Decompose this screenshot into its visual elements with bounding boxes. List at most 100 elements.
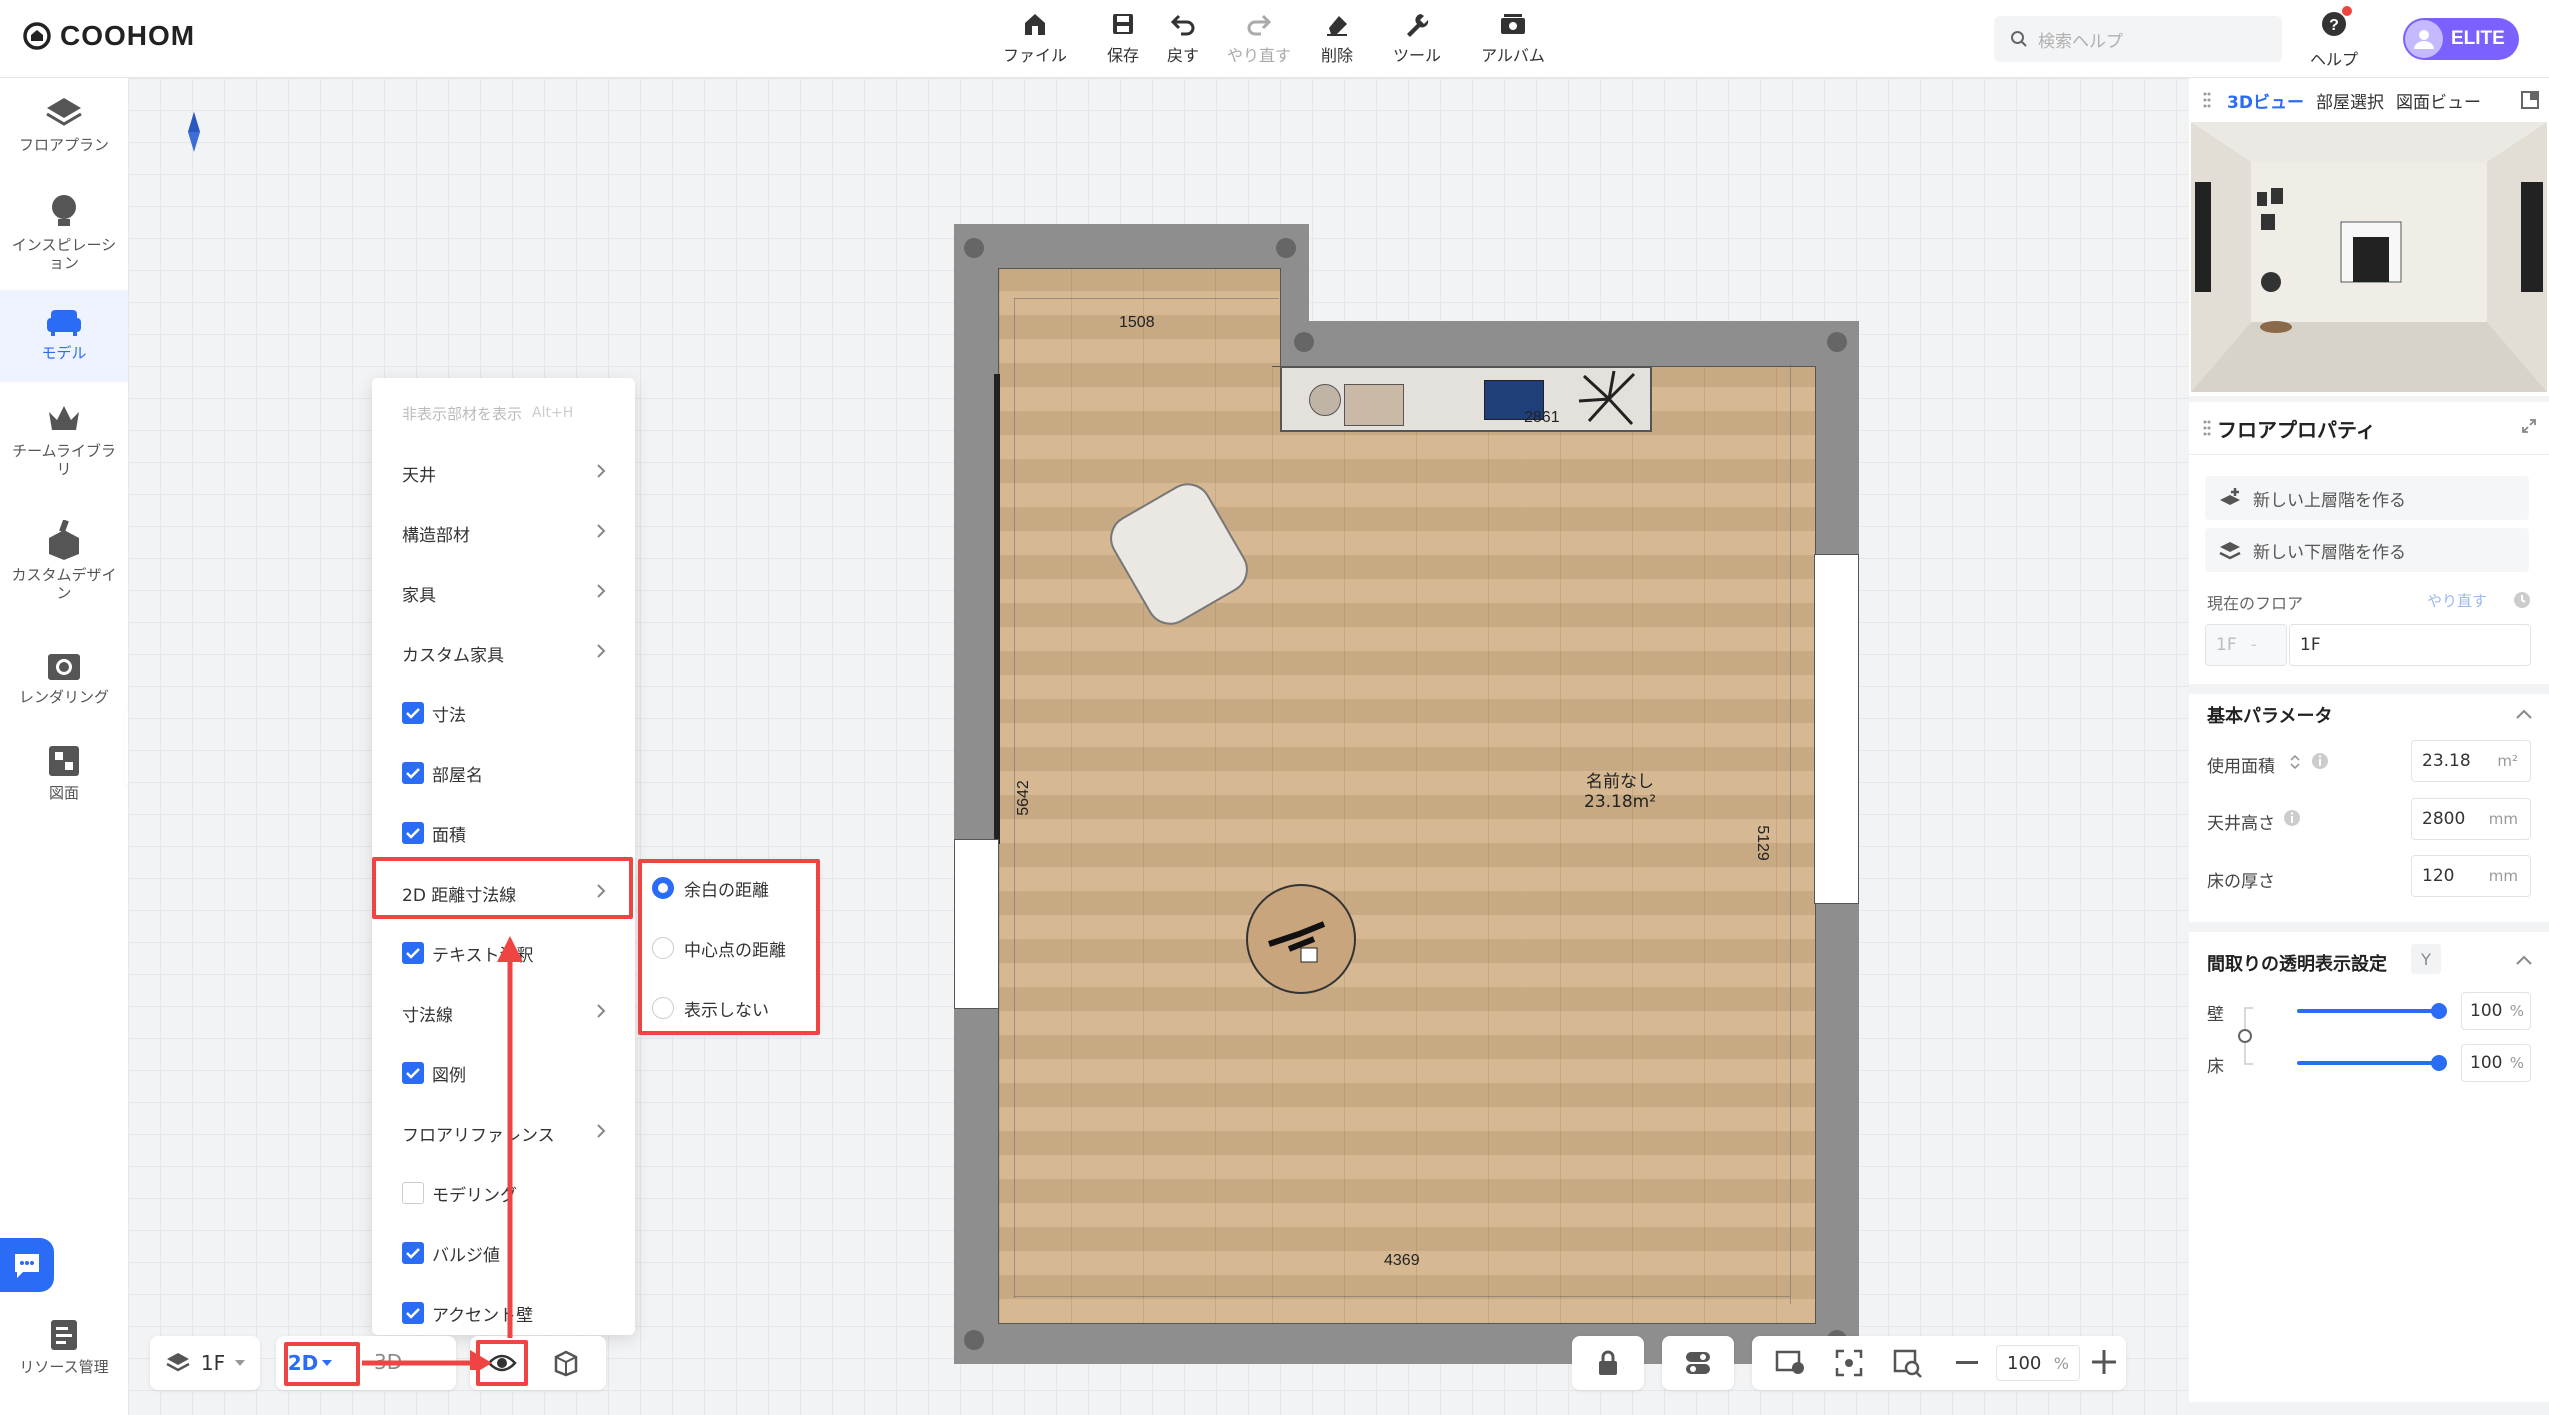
help-button[interactable]: ? ヘルプ [2310, 6, 2358, 70]
menu-item-area[interactable]: 面積 [372, 803, 635, 863]
zoom-in-button[interactable] [2092, 1350, 2116, 1378]
radio-option-hide[interactable]: 表示しない [652, 988, 769, 1028]
room-label[interactable]: 名前なし 23.18m² [1584, 772, 1656, 812]
sidebar-item-custom-design[interactable]: カスタムデザイン [0, 518, 128, 614]
expand-icon[interactable] [2521, 418, 2537, 434]
checkbox[interactable] [402, 702, 424, 724]
dimension-label[interactable]: 5129 [1753, 825, 1771, 861]
dimension-label[interactable]: 1508 [1119, 314, 1155, 332]
fit-view-button[interactable] [1834, 1348, 1864, 1382]
help-search-input[interactable]: 検索ヘルプ [1994, 16, 2282, 62]
radio-button[interactable] [652, 937, 674, 959]
wall-opacity-slider[interactable] [2297, 1009, 2439, 1013]
floor-prefix: 1F [2216, 635, 2237, 655]
chat-support-button[interactable] [0, 1238, 54, 1292]
add-lower-floor-button[interactable]: 新しい下層階を作る [2205, 528, 2529, 572]
area-input[interactable]: 23.18 m² [2411, 740, 2531, 782]
radio-button[interactable] [652, 877, 674, 899]
vase[interactable] [1309, 384, 1341, 416]
logo[interactable]: COOHOM [22, 20, 195, 52]
delete-button[interactable]: 削除 [1302, 10, 1372, 66]
sidebar-item-resource-manager[interactable]: リソース管理 [0, 1318, 128, 1398]
menu-item-dimensions[interactable]: 寸法 [372, 683, 635, 743]
table-decor-icon[interactable] [1259, 904, 1339, 974]
tab-room-select[interactable]: 部屋選択 [2316, 88, 2384, 113]
chevron-up-icon[interactable] [2515, 708, 2533, 720]
sidebar-item-model[interactable]: モデル [0, 290, 128, 382]
radio-label: 中心点の距離 [684, 940, 786, 961]
popout-icon[interactable] [2521, 91, 2539, 109]
redo-button[interactable]: やり直す [1224, 10, 1294, 66]
sidebar-item-inspiration[interactable]: インスピレーション [0, 186, 128, 282]
floor-name-input[interactable]: 1F [2289, 624, 2531, 666]
window-right[interactable] [1814, 554, 1859, 904]
floor-opacity-input[interactable]: 100 % [2461, 1044, 2531, 1082]
floor-area[interactable] [998, 268, 1281, 1324]
info-icon[interactable] [2311, 752, 2329, 770]
floor-opacity-slider[interactable] [2297, 1061, 2439, 1065]
lock-button[interactable] [1572, 1336, 1644, 1390]
floor-area[interactable] [1272, 366, 1816, 1324]
link-bracket-icon [2238, 1007, 2253, 1065]
wall[interactable] [954, 224, 999, 1364]
drag-handle-icon[interactable] [2203, 92, 2211, 108]
zoom-input[interactable]: 100 % [1996, 1345, 2080, 1381]
redo-link[interactable]: やり直す [2427, 590, 2487, 611]
notification-dot [2342, 6, 2352, 16]
cabinet-decor[interactable] [1344, 384, 1404, 426]
menu-item-furniture[interactable]: 家具 [372, 563, 635, 623]
tools-menu-button[interactable]: ツール [1382, 10, 1452, 66]
floor-thickness-input[interactable]: 120 mm [2411, 855, 2531, 897]
zoom-to-selection-button[interactable] [1892, 1348, 1924, 1382]
door-left[interactable] [954, 839, 999, 1009]
ceiling-height-input[interactable]: 2800 mm [2411, 798, 2531, 840]
chevron-up-icon[interactable] [2515, 954, 2533, 966]
radio-button[interactable] [652, 997, 674, 1019]
sidebar-item-floorplan[interactable]: フロアプラン [0, 90, 128, 170]
wall-opacity-input[interactable]: 100 % [2461, 992, 2531, 1030]
menu-item-structure[interactable]: 構造部材 [372, 503, 635, 563]
dimension-label[interactable]: 4369 [1384, 1252, 1420, 1270]
user-account-button[interactable]: ELITE [2403, 18, 2519, 60]
tab-drawing-view[interactable]: 図面ビュー [2396, 88, 2481, 113]
menu-item-ceiling[interactable]: 天井 [372, 443, 635, 503]
info-icon[interactable] [2283, 809, 2301, 827]
compass-icon[interactable] [186, 110, 202, 154]
slider-knob[interactable] [2431, 1055, 2447, 1071]
view-settings-button[interactable] [1774, 1348, 1806, 1380]
sort-icon[interactable] [2289, 754, 2301, 770]
sidebar-item-team-library[interactable]: チームライブラリ [0, 396, 128, 492]
drag-handle-icon[interactable] [2203, 420, 2211, 436]
plant-icon[interactable] [1574, 366, 1644, 432]
undo-button[interactable]: 戻す [1148, 10, 1218, 66]
zoom-out-button[interactable] [1956, 1348, 1984, 1378]
menu-item-2d-distance-dimension[interactable]: 2D 距離寸法線 [372, 863, 635, 923]
dimension-label[interactable]: 2861 [1524, 409, 1560, 427]
mode-2d-button[interactable]: 2D [286, 1346, 334, 1380]
box-view-button[interactable] [546, 1344, 586, 1382]
radio-option-center-distance[interactable]: 中心点の距離 [652, 928, 786, 968]
menu-item-show-hidden[interactable]: 非表示部材を表示 Alt+H [372, 383, 635, 443]
radio-option-margin-distance[interactable]: 余白の距離 [652, 868, 769, 908]
checkbox[interactable] [402, 822, 424, 844]
menu-item-custom-furniture[interactable]: カスタム家具 [372, 623, 635, 683]
section-title-transparency: 間取りの透明表示設定 [2207, 954, 2387, 975]
checkbox[interactable] [402, 762, 424, 784]
slider-knob[interactable] [2431, 1003, 2447, 1019]
dimension-label[interactable]: 5642 [1015, 780, 1033, 816]
floor-selector[interactable]: 1F [150, 1336, 260, 1390]
floor-plan[interactable]: 1508 2861 5642 5129 4369 名前なし 23.18m² [954, 224, 1859, 1364]
sidebar-item-rendering[interactable]: レンダリング [0, 646, 128, 726]
sidebar-item-drawing[interactable]: 図面 [0, 742, 128, 822]
album-button[interactable]: アルバム [1478, 10, 1548, 66]
window-left[interactable] [994, 374, 1000, 844]
tab-3d-view[interactable]: 3Dビュー [2227, 88, 2304, 113]
floor-opacity-value: 100 [2470, 1053, 2503, 1073]
toggle-settings-button[interactable] [1662, 1336, 1734, 1390]
add-upper-floor-button[interactable]: 新しい上層階を作る [2205, 476, 2529, 520]
3d-preview-render[interactable] [2191, 122, 2547, 392]
custom-design-icon [49, 520, 79, 560]
menu-item-room-name[interactable]: 部屋名 [372, 743, 635, 803]
divider [2189, 454, 2549, 455]
file-menu-button[interactable]: ファイル [1000, 10, 1070, 66]
